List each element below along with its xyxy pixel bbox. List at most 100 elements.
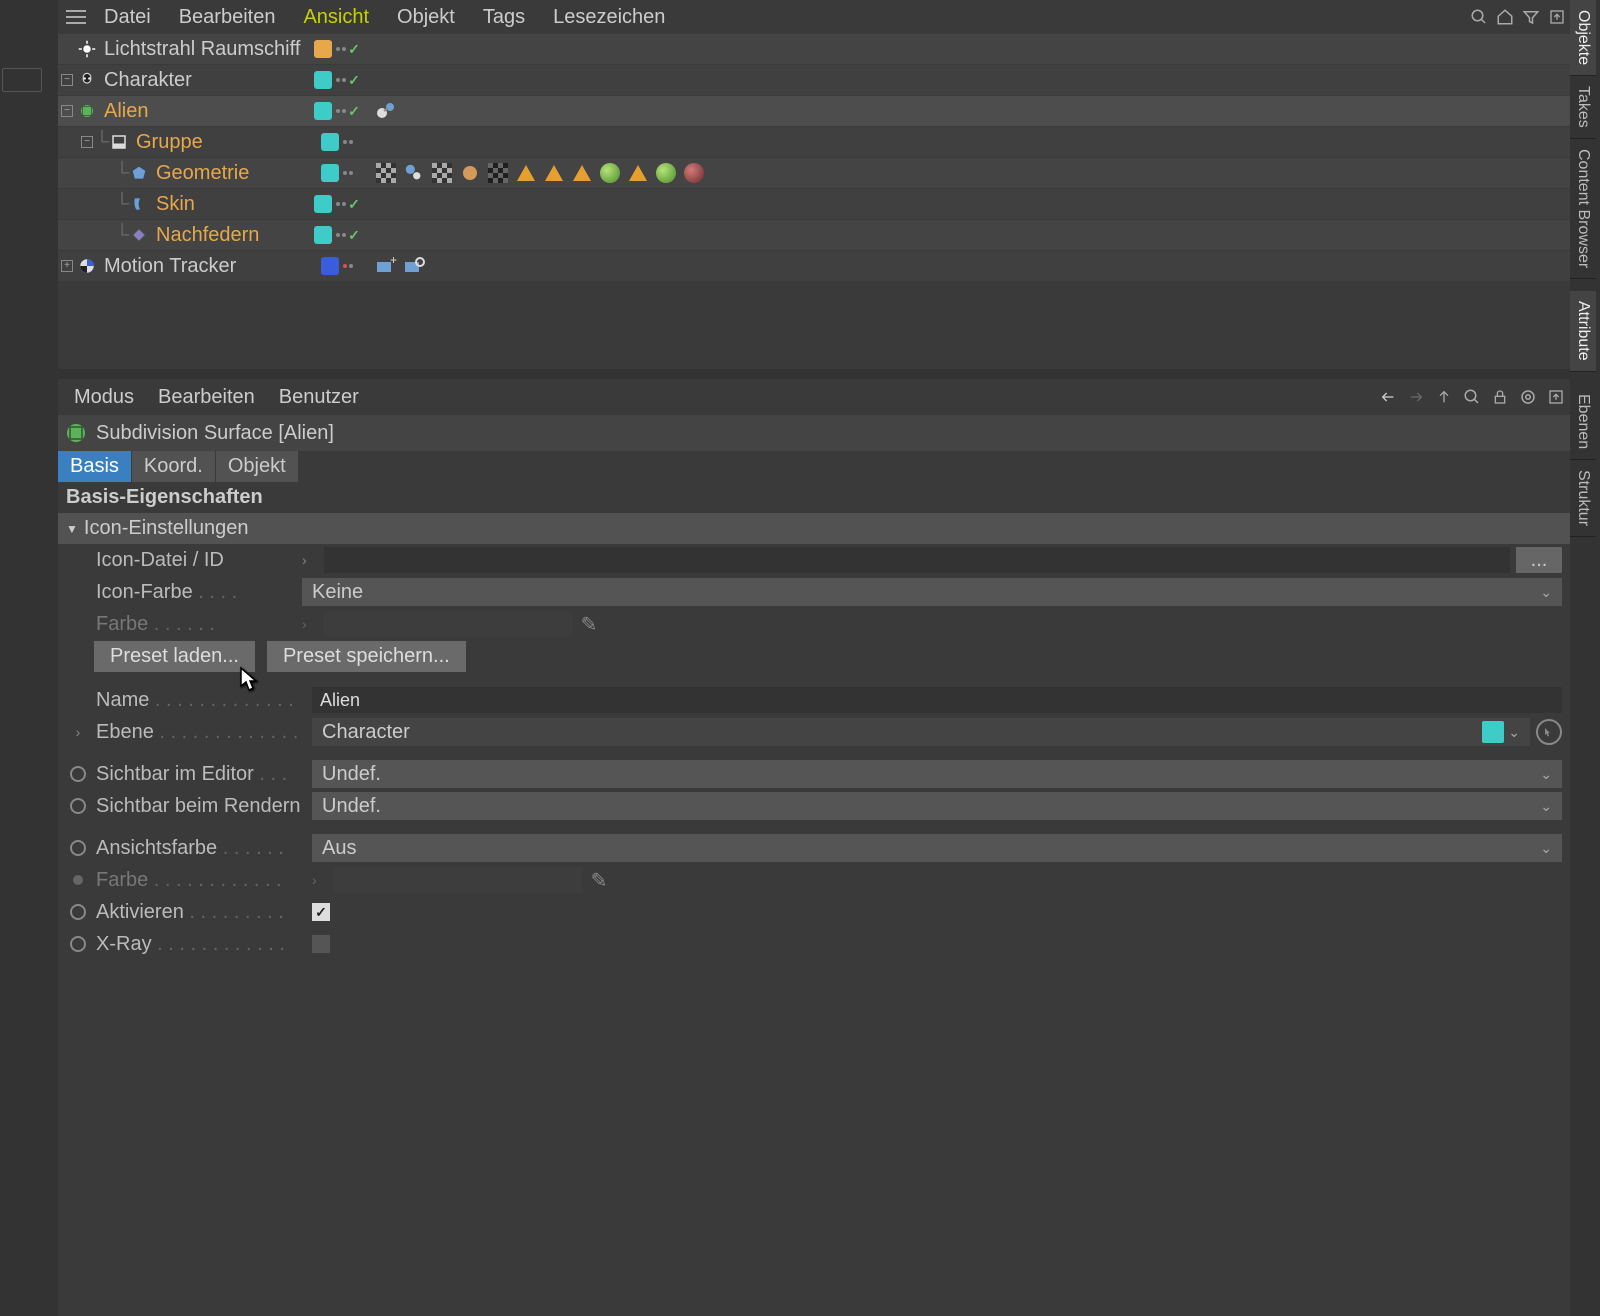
tag-constraint[interactable] (374, 99, 398, 123)
hamburger-icon[interactable] (62, 10, 90, 24)
hierarchy-row[interactable]: └Skin✓ (58, 189, 1570, 219)
character-icon (76, 69, 98, 91)
record-icon[interactable] (1514, 383, 1542, 411)
tag-uv-dot[interactable] (458, 161, 482, 185)
name-input[interactable] (312, 687, 1562, 713)
layer-swatch[interactable] (314, 226, 332, 244)
attr-menu-bearbeiten[interactable]: Bearbeiten (146, 382, 267, 413)
object-name: Nachfedern (154, 224, 259, 247)
layer-label: Ebene . . . . . . . . . . . . . (96, 721, 306, 744)
dock-icon[interactable] (1542, 383, 1570, 411)
expand-toggle[interactable]: − (78, 136, 96, 148)
xray-checkbox[interactable] (312, 935, 330, 953)
jiggle-icon (128, 224, 150, 246)
tag-tri[interactable] (514, 161, 538, 185)
panel-splitter[interactable] (58, 369, 1570, 379)
expand-chevron-icon[interactable]: › (66, 724, 90, 740)
tag-sphere-green[interactable] (598, 161, 622, 185)
svg-text:+: + (390, 254, 397, 267)
menu-tags[interactable]: Tags (469, 2, 539, 33)
save-preset-button[interactable]: Preset speichern... (267, 641, 466, 672)
layer-pick-button[interactable] (1536, 719, 1562, 745)
dock-tab-struktur[interactable]: Struktur (1570, 460, 1596, 537)
viewcolor-value: Aus (322, 837, 356, 860)
layer-swatch[interactable] (321, 133, 339, 151)
layer-swatch[interactable] (314, 71, 332, 89)
tag-sphere-green[interactable] (654, 161, 678, 185)
viewcolor-label: Ansichtsfarbe . . . . . . (96, 837, 306, 860)
browse-button[interactable]: ... (1516, 547, 1562, 573)
attr-menu-benutzer[interactable]: Benutzer (267, 382, 371, 413)
cycle-icon[interactable] (70, 840, 86, 856)
viewcolor-dropdown[interactable]: Aus⌄ (312, 834, 1562, 862)
tag-track-o[interactable] (402, 254, 426, 278)
dot-icon (73, 875, 83, 885)
menu-datei[interactable]: Datei (90, 2, 165, 33)
object-name: Alien (102, 100, 148, 123)
dock-tab-takes[interactable]: Takes (1570, 76, 1596, 139)
menu-bearbeiten[interactable]: Bearbeiten (165, 2, 290, 33)
dock-tab-content-browser[interactable]: Content Browser (1570, 139, 1596, 279)
tab-koord[interactable]: Koord. (132, 451, 215, 482)
layer-dropdown[interactable]: Character ⌄ (312, 718, 1530, 746)
tag-checker[interactable] (430, 161, 454, 185)
hierarchy-row[interactable]: −└Gruppe (58, 127, 1570, 157)
menu-ansicht[interactable]: Ansicht (289, 2, 383, 33)
tag-tri[interactable] (542, 161, 566, 185)
tab-basis[interactable]: Basis (58, 451, 131, 482)
layer-swatch[interactable] (321, 257, 339, 275)
hierarchy-row[interactable]: Lichtstrahl Raumschiff✓ (58, 34, 1570, 64)
nav-up-icon[interactable] (1430, 383, 1458, 411)
icon-settings-header[interactable]: ▼Icon-Einstellungen (58, 513, 1570, 544)
hierarchy-row[interactable]: └Geometrie (58, 158, 1570, 188)
object-manager-menubar: DateiBearbeitenAnsichtObjektTagsLesezeic… (58, 0, 1570, 34)
layer-swatch[interactable] (314, 195, 332, 213)
editor-vis-dropdown[interactable]: Undef.⌄ (312, 760, 1562, 788)
search-icon[interactable] (1458, 383, 1486, 411)
layer-swatch[interactable] (314, 102, 332, 120)
icon-color-dropdown[interactable]: Keine⌄ (302, 578, 1562, 606)
home-icon[interactable] (1492, 4, 1518, 30)
layer-swatch[interactable] (321, 164, 339, 182)
hierarchy-row[interactable]: −Alien✓ (58, 96, 1570, 126)
menu-objekt[interactable]: Objekt (383, 2, 469, 33)
cycle-icon[interactable] (70, 904, 86, 920)
expand-toggle[interactable]: − (58, 105, 76, 117)
tag-tri[interactable] (570, 161, 594, 185)
cycle-icon[interactable] (70, 798, 86, 814)
cycle-icon[interactable] (70, 766, 86, 782)
attribute-menubar: ModusBearbeitenBenutzer (58, 379, 1570, 415)
hierarchy-row[interactable]: └Nachfedern✓ (58, 220, 1570, 250)
render-vis-dropdown[interactable]: Undef.⌄ (312, 792, 1562, 820)
dock-tab-ebenen[interactable]: Ebenen (1570, 384, 1596, 460)
tag-tri[interactable] (626, 161, 650, 185)
tab-objekt[interactable]: Objekt (216, 451, 298, 482)
tag-sphere-red[interactable] (682, 161, 706, 185)
activate-checkbox[interactable] (312, 903, 330, 921)
dock-icon[interactable] (1544, 4, 1570, 30)
section-header: Basis-Eigenschaften (58, 482, 1570, 513)
cycle-icon[interactable] (70, 936, 86, 952)
layer-swatch[interactable] (314, 40, 332, 58)
icon-file-input[interactable] (324, 547, 1510, 573)
load-preset-button[interactable]: Preset laden... (94, 641, 255, 672)
nav-back-icon[interactable] (1374, 383, 1402, 411)
dock-tab-objekte[interactable]: Objekte (1570, 0, 1596, 76)
tag-checker-dark[interactable] (486, 161, 510, 185)
hierarchy-row[interactable]: +Motion Tracker+ (58, 251, 1570, 281)
tag-track-plus[interactable]: + (374, 254, 398, 278)
dock-tab-attribute[interactable]: Attribute (1570, 291, 1596, 372)
expand-toggle[interactable]: + (58, 260, 76, 272)
expand-toggle[interactable]: − (58, 74, 76, 86)
hierarchy-row[interactable]: −Charakter✓ (58, 65, 1570, 95)
menu-lesezeichen[interactable]: Lesezeichen (539, 2, 679, 33)
attr-menu-modus[interactable]: Modus (62, 382, 146, 413)
lock-icon[interactable] (1486, 383, 1514, 411)
object-hierarchy[interactable]: Lichtstrahl Raumschiff✓−Charakter✓−Alien… (58, 34, 1570, 369)
tag-checker[interactable] (374, 161, 398, 185)
nav-fwd-icon[interactable] (1402, 383, 1430, 411)
object-name: Charakter (102, 69, 192, 92)
search-icon[interactable] (1466, 4, 1492, 30)
filter-icon[interactable] (1518, 4, 1544, 30)
tag-weight-blue[interactable] (402, 161, 426, 185)
